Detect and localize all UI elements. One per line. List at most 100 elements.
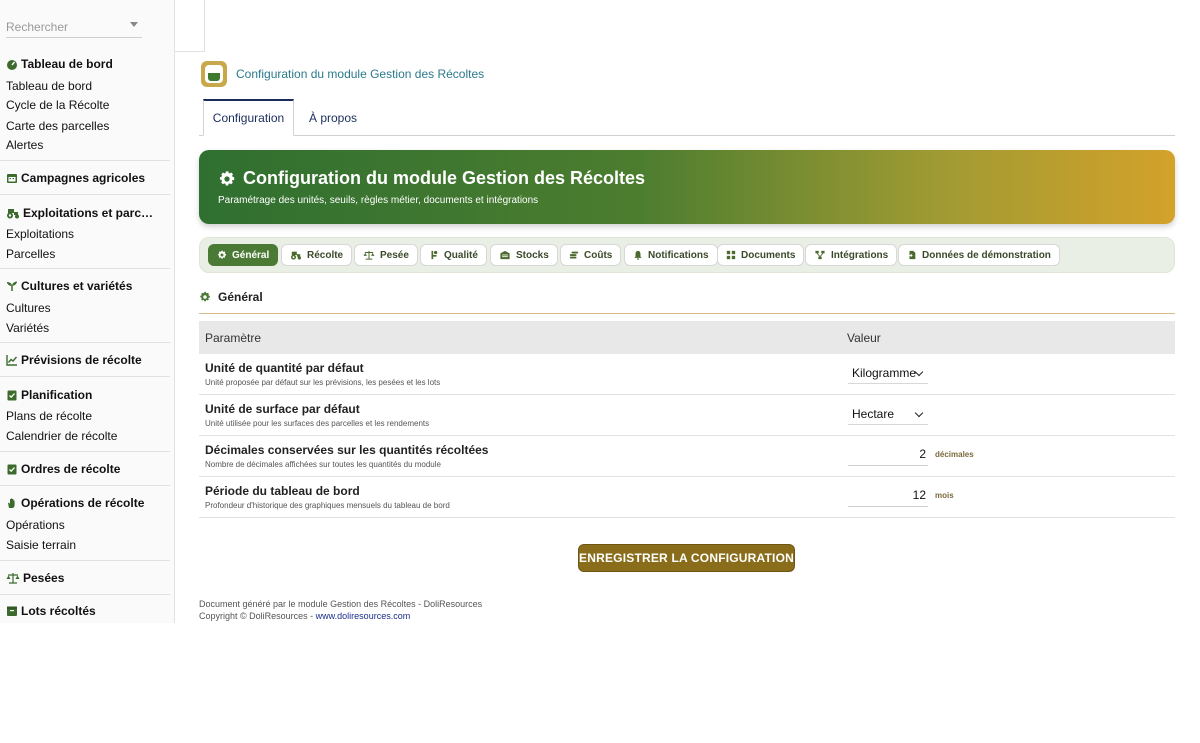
setting-description: Unité proposée par défaut sur les prévis… <box>205 378 441 387</box>
subtab-label: Récolte <box>307 249 344 261</box>
tractor-icon <box>7 209 19 219</box>
sidebar-section-label: Opérations de récolte <box>21 496 145 510</box>
tab-configuration[interactable]: Configuration <box>203 99 294 136</box>
subtab-stocks[interactable]: Stocks <box>490 244 558 266</box>
subtab-label: Documents <box>741 249 796 261</box>
subtab-label: Coûts <box>584 249 613 261</box>
sidebar-divider <box>0 485 170 486</box>
sidebar-item-harvest-calendar[interactable]: Calendrier de récolte <box>6 429 117 443</box>
banner-subtitle: Paramétrage des unités, seuils, règles m… <box>218 195 539 206</box>
sidebar-section-orders[interactable]: Ordres de récolte <box>6 462 120 476</box>
section-title: Général <box>218 290 263 304</box>
footer-copyright-text: Copyright © DoliResources - <box>199 611 316 621</box>
subtab-integrations[interactable]: Intégrations <box>805 244 898 266</box>
gear-icon <box>200 291 210 302</box>
tractor-icon <box>291 251 301 260</box>
settings-table: Paramètre Valeur Unité de quantité par d… <box>199 321 1175 518</box>
table-row: Unité de surface par défaut Unité utilis… <box>199 395 1175 436</box>
section-header: Général <box>199 290 263 304</box>
seedling-icon <box>7 281 17 291</box>
basket-icon <box>205 65 223 83</box>
column-header-value: Valeur <box>847 330 881 345</box>
page-header: Configuration du module Gestion des Réco… <box>201 61 484 87</box>
clipboard-check-icon <box>7 464 17 475</box>
sidebar-section-label: Tableau de bord <box>21 57 113 71</box>
calendar-icon <box>7 174 17 183</box>
sidebar-section-planning[interactable]: Planification <box>6 388 92 402</box>
chevron-down-icon[interactable] <box>130 22 138 27</box>
scale-icon <box>6 573 20 584</box>
sidebar-section-campaigns[interactable]: Campagnes agricoles <box>6 171 145 185</box>
sidebar-section-label: Planification <box>21 388 93 402</box>
search-input[interactable]: Rechercher <box>6 14 142 38</box>
table-row: Décimales conservées sur les quantités r… <box>199 436 1175 477</box>
subtab-harvest[interactable]: Récolte <box>281 244 353 266</box>
scale-icon <box>363 250 375 260</box>
sidebar-section-label: Exploitations et parc… <box>23 206 154 220</box>
gear-icon <box>218 250 226 259</box>
tab-about[interactable]: À propos <box>305 99 361 136</box>
sidebar-item-crops[interactable]: Cultures <box>6 301 51 315</box>
sidebar-item-dashboard[interactable]: Tableau de bord <box>6 79 92 93</box>
footer-link[interactable]: www.doliresources.com <box>316 611 411 621</box>
sidebar-item-farms[interactable]: Exploitations <box>6 227 74 241</box>
sidebar-section-operations[interactable]: Opérations de récolte <box>6 496 144 510</box>
sidebar-section-label: Ordres de récolte <box>21 462 121 476</box>
sidebar-item-alerts[interactable]: Alertes <box>6 138 43 152</box>
sidebar-divider <box>0 451 170 452</box>
subtab-notifications[interactable]: Notifications <box>624 244 718 266</box>
sidebar-section-lots[interactable]: Lots récoltés <box>6 604 96 618</box>
setting-name: Unité de surface par défaut <box>205 402 360 416</box>
top-menu-box <box>175 0 205 52</box>
sidebar-divider <box>0 194 170 195</box>
clipboard-check-icon <box>7 390 17 401</box>
subtab-general[interactable]: Général <box>208 244 279 266</box>
save-configuration-button[interactable]: ENREGISTRER LA CONFIGURATION <box>578 544 795 572</box>
sidebar-item-varieties[interactable]: Variétés <box>6 321 49 335</box>
subtab-label: Pesée <box>380 249 409 261</box>
subtab-weighing[interactable]: Pesée <box>354 244 418 266</box>
banner-title-row: Configuration du module Gestion des Réco… <box>218 168 645 189</box>
sidebar-item-parcels[interactable]: Parcelles <box>6 247 55 261</box>
tab-bar: Configuration À propos <box>199 99 1175 136</box>
bell-icon <box>634 250 642 260</box>
sidebar-section-crops[interactable]: Cultures et variétés <box>6 279 132 293</box>
table-row: Période du tableau de bord Profondeur d'… <box>199 477 1175 518</box>
sidebar-section-label: Lots récoltés <box>21 604 96 618</box>
sidebar-divider <box>0 560 170 561</box>
decimals-input[interactable]: 2 <box>848 445 928 466</box>
subtab-demo-data[interactable]: Données de démonstration <box>898 244 1060 266</box>
gear-icon <box>219 170 235 185</box>
subtab-documents[interactable]: Documents <box>717 244 805 266</box>
subtab-label: Intégrations <box>831 249 889 261</box>
subtab-costs[interactable]: Coûts <box>560 244 622 266</box>
surface-unit-select[interactable]: Hectare <box>848 405 928 425</box>
sidebar-item-harvest-plans[interactable]: Plans de récolte <box>6 409 92 423</box>
sidebar-section-farms[interactable]: Exploitations et parc… <box>6 206 153 220</box>
sidebar-section-label: Campagnes agricoles <box>21 171 146 185</box>
hand-icon <box>8 498 15 508</box>
setting-name: Période du tableau de bord <box>205 484 360 498</box>
config-banner: Configuration du module Gestion des Réco… <box>199 150 1175 224</box>
sidebar-section-dashboard[interactable]: Tableau de bord <box>6 57 113 71</box>
sidebar-section-weighings[interactable]: Pesées <box>6 571 64 585</box>
banner-title: Configuration du module Gestion des Réco… <box>243 168 646 188</box>
sidebar-item-field-entry[interactable]: Saisie terrain <box>6 538 76 552</box>
subtab-label: Qualité <box>444 249 478 261</box>
search-placeholder: Rechercher <box>6 20 69 34</box>
setting-description: Nombre de décimales affichées sur toutes… <box>205 460 441 469</box>
sidebar-item-operations[interactable]: Opérations <box>6 518 65 532</box>
sidebar-divider <box>0 342 170 343</box>
file-import-icon <box>907 250 916 260</box>
unit-label: mois <box>935 491 954 500</box>
select-value: Hectare <box>852 407 895 421</box>
sidebar-section-label: Cultures et variétés <box>21 279 133 293</box>
sidebar-item-parcel-map[interactable]: Carte des parcelles <box>6 119 109 133</box>
subtab-quality[interactable]: Qualité <box>420 244 487 266</box>
dashboard-period-input[interactable]: 12 <box>848 486 928 507</box>
chevron-down-icon <box>914 408 924 418</box>
sidebar-divider <box>0 160 170 161</box>
sidebar-item-harvest-cycle[interactable]: Cycle de la Récolte <box>6 98 109 112</box>
sidebar-section-forecasts[interactable]: Prévisions de récolte <box>6 353 142 367</box>
quantity-unit-select[interactable]: Kilogramme <box>848 364 928 384</box>
